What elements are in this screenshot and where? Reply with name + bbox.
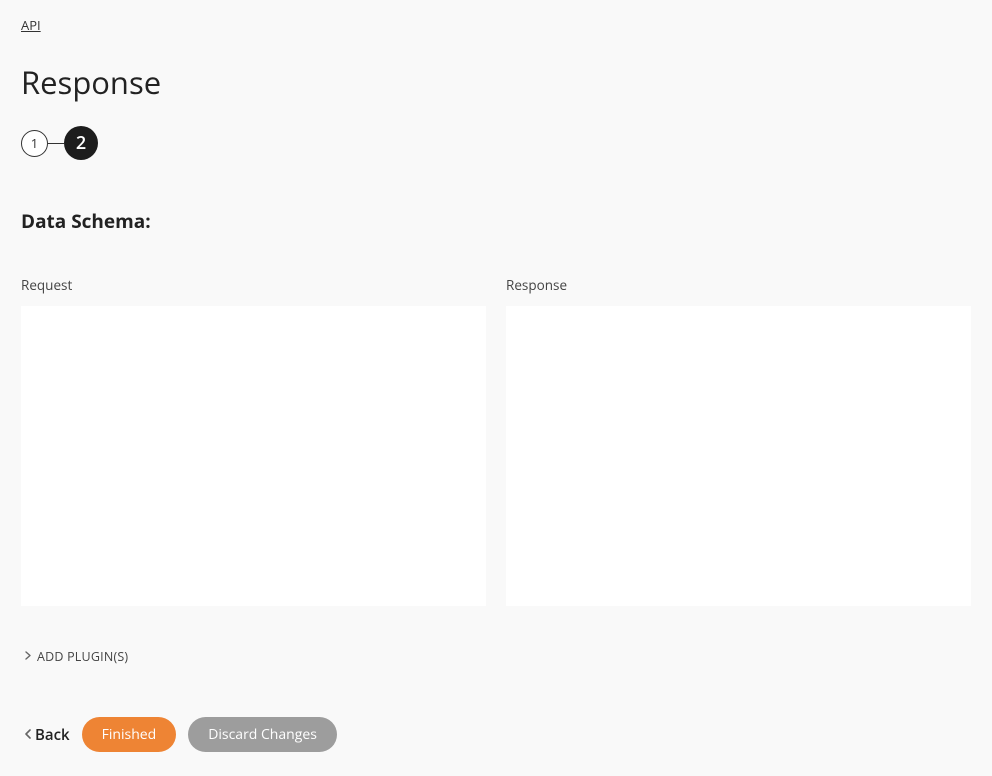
breadcrumb: API [21, 16, 971, 34]
back-button[interactable]: Back [25, 725, 70, 745]
response-input[interactable] [506, 306, 971, 606]
schema-response-col: Response [506, 276, 971, 606]
chevron-left-icon [25, 729, 31, 741]
request-input[interactable] [21, 306, 486, 606]
add-plugins-toggle[interactable]: ADD PLUGIN(S) [25, 648, 128, 665]
stepper-step-1[interactable]: 1 [21, 130, 48, 157]
stepper-step-2[interactable]: 2 [64, 126, 98, 160]
discard-button[interactable]: Discard Changes [188, 717, 337, 752]
breadcrumb-api-link[interactable]: API [21, 16, 41, 34]
finished-button[interactable]: Finished [82, 717, 177, 752]
add-plugins-label: ADD PLUGIN(S) [37, 648, 128, 665]
schema-row: Request Response [21, 276, 971, 606]
schema-request-col: Request [21, 276, 486, 606]
page-title: Response [21, 62, 971, 104]
back-label: Back [35, 725, 70, 745]
stepper: 1 2 [21, 126, 971, 160]
response-label: Response [506, 276, 971, 294]
request-label: Request [21, 276, 486, 294]
stepper-connector [48, 143, 64, 144]
data-schema-title: Data Schema: [21, 208, 971, 234]
chevron-right-icon [25, 651, 31, 662]
footer-actions: Back Finished Discard Changes [25, 717, 971, 752]
